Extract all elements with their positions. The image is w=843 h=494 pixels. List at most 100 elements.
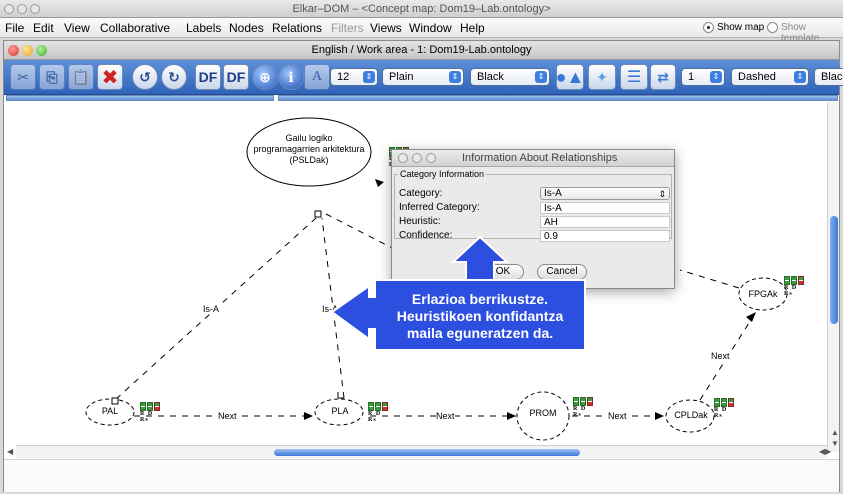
scroll-left-icon[interactable]: ◀ — [7, 447, 13, 456]
work-area-titlebar: English / Work area - 1: Dom19-Lab.ontol… — [4, 41, 839, 60]
delete-icon[interactable]: ✖ — [97, 64, 123, 90]
font-style-select[interactable]: Plain ⇕ — [382, 68, 464, 86]
relation-label-pal-root[interactable]: Is-A — [203, 304, 220, 314]
text-icon[interactable]: A — [304, 64, 330, 90]
scroll-up-icon[interactable]: ▲ — [831, 428, 839, 437]
relation-label-cpldak-fpgak[interactable]: Next — [711, 351, 730, 361]
paste-icon[interactable]: 📋 — [68, 64, 94, 90]
font-size-select[interactable]: 12 ⇕ — [330, 68, 378, 86]
menu-window[interactable]: Window — [409, 21, 452, 35]
line-style-value: Dashed — [738, 71, 776, 83]
cancel-button[interactable]: Cancel — [537, 264, 587, 280]
node-fpgak[interactable]: FPGAk — [744, 289, 782, 299]
horizontal-scrollbar[interactable] — [16, 445, 827, 458]
menu-view[interactable]: View — [64, 21, 90, 35]
scroll-down-icon[interactable]: ▼ — [831, 439, 839, 448]
zoom-icon[interactable]: ⊕ — [252, 64, 278, 90]
node-prom[interactable]: PROM — [526, 408, 560, 418]
category-select[interactable]: Is-A — [540, 187, 670, 200]
font-color-select[interactable]: Black ⇕ — [470, 68, 550, 86]
menu-relations[interactable]: Relations — [272, 21, 322, 35]
confidence-label: Confidence: — [399, 230, 453, 241]
line-style-select[interactable]: Dashed ⇕ — [731, 68, 809, 86]
node-shapes-icon[interactable]: ●▲ — [556, 64, 584, 90]
menu-labels[interactable]: Labels — [186, 21, 221, 35]
relation-label-pla-root[interactable]: Is-A — [322, 304, 339, 314]
badge-letters: R D Rs — [784, 285, 798, 297]
toolbar: ✂ ⎘ 📋 ✖ ↺ ↻ DF DF ⊕ ℹ A 12 ⇕ Plain ⇕ Bla… — [4, 60, 843, 95]
relationship-info-dialog: Information About Relationships Category… — [391, 149, 675, 289]
category-label: Category: — [399, 188, 443, 199]
heuristic-field[interactable]: AH — [540, 216, 670, 228]
toolbar-strip-right[interactable] — [278, 95, 838, 101]
node-pal[interactable]: PAL — [96, 406, 124, 416]
node-status-badge: R D Rs — [368, 402, 390, 423]
shape-picker-icon[interactable]: ✦ — [588, 64, 616, 90]
font-color-value: Black — [477, 71, 504, 83]
node-status-badge: R D Rs — [140, 402, 162, 423]
menu-bar: File Edit View Collaborative Labels Node… — [0, 18, 843, 44]
chevron-down-icon: ⇕ — [794, 71, 806, 83]
direction-icon[interactable]: ⇄ — [650, 64, 676, 90]
line-width-value: 1 — [688, 71, 695, 83]
dialog-close-button[interactable] — [398, 153, 408, 163]
dialog-minimize-button[interactable] — [412, 153, 422, 163]
line-color-value: Black — [821, 71, 843, 83]
vertical-scrollbar[interactable]: ▲ ▼ — [827, 102, 839, 452]
toolbar-strip-left[interactable] — [6, 95, 274, 101]
dialog-zoom-button[interactable] — [426, 153, 436, 163]
vertical-scroll-thumb[interactable] — [830, 216, 838, 324]
dialog-titlebar: Information About Relationships — [392, 150, 674, 167]
chevron-down-icon: ⇕ — [363, 71, 375, 83]
category-info-legend: Category Information — [400, 169, 485, 179]
show-template-radio[interactable] — [767, 22, 778, 33]
node-pla[interactable]: PLA — [326, 406, 354, 416]
menu-file[interactable]: File — [5, 21, 24, 35]
font-size-value: 12 — [337, 71, 350, 83]
menu-nodes[interactable]: Nodes — [229, 21, 264, 35]
callout-text: Erlazioa berrikustze. Heuristikoen konfi… — [376, 291, 584, 342]
app-title: Elkar–DOM – <Concept map: Dom19–Lab.onto… — [292, 3, 551, 15]
node-status-badge: R D Rs — [573, 397, 595, 418]
inferred-category-row: Inferred Category: Is-A — [399, 202, 670, 215]
status-bar — [4, 459, 839, 492]
node-cpldak[interactable]: CPLDak — [672, 410, 710, 420]
callout-line-2: Heuristikoen konfidantza — [396, 308, 564, 324]
confidence-field[interactable]: 0.9 — [540, 230, 670, 242]
menu-edit[interactable]: Edit — [33, 21, 54, 35]
menu-help[interactable]: Help — [460, 21, 485, 35]
arrange-icon[interactable]: ☰ — [620, 64, 648, 90]
badge-letters: R D Rs — [573, 406, 587, 418]
menu-filters: Filters — [331, 21, 364, 35]
dialog-title: Information About Relationships — [462, 152, 618, 164]
df-alt-button[interactable]: DF — [223, 64, 249, 90]
inferred-category-field[interactable]: Is-A — [540, 202, 670, 214]
line-width-select[interactable]: 1 ⇕ — [681, 68, 725, 86]
confidence-row: Confidence: 0.9 — [399, 230, 670, 243]
scroll-right-icon[interactable]: ◀▶ — [819, 447, 831, 456]
cut-icon[interactable]: ✂ — [10, 64, 36, 90]
node-status-badge: R D Rs — [714, 398, 736, 419]
callout-line-3: maila eguneratzen da. — [406, 325, 554, 341]
relation-label-pal-pla[interactable]: Next — [218, 411, 237, 421]
undo-icon[interactable]: ↺ — [132, 64, 158, 90]
menu-collaborative[interactable]: Collaborative — [100, 21, 170, 35]
info-icon[interactable]: ℹ — [278, 64, 304, 90]
category-info-group: Category Information Category: Is-A Infe… — [394, 169, 672, 242]
font-style-value: Plain — [389, 71, 414, 83]
ok-button[interactable]: OK — [482, 264, 524, 280]
node-status-badge: R D Rs — [784, 276, 806, 297]
badge-letters: R D Rs — [714, 407, 728, 419]
menu-views[interactable]: Views — [370, 21, 402, 35]
redo-icon[interactable]: ↻ — [161, 64, 187, 90]
relation-label-prom-cpldak[interactable]: Next — [608, 411, 627, 421]
show-map-radio[interactable] — [703, 22, 714, 33]
copy-icon[interactable]: ⎘ — [39, 64, 65, 90]
relation-label-pla-prom[interactable]: Next — [436, 411, 455, 421]
inferred-category-label: Inferred Category: — [399, 202, 480, 213]
heuristic-row: Heuristic: AH — [399, 216, 670, 229]
df-button[interactable]: DF — [195, 64, 221, 90]
node-root[interactable]: Gailu logiko programagarrien arkitektura… — [251, 133, 367, 166]
horizontal-scroll-thumb[interactable] — [274, 449, 580, 456]
line-color-select[interactable]: Black — [814, 68, 843, 86]
